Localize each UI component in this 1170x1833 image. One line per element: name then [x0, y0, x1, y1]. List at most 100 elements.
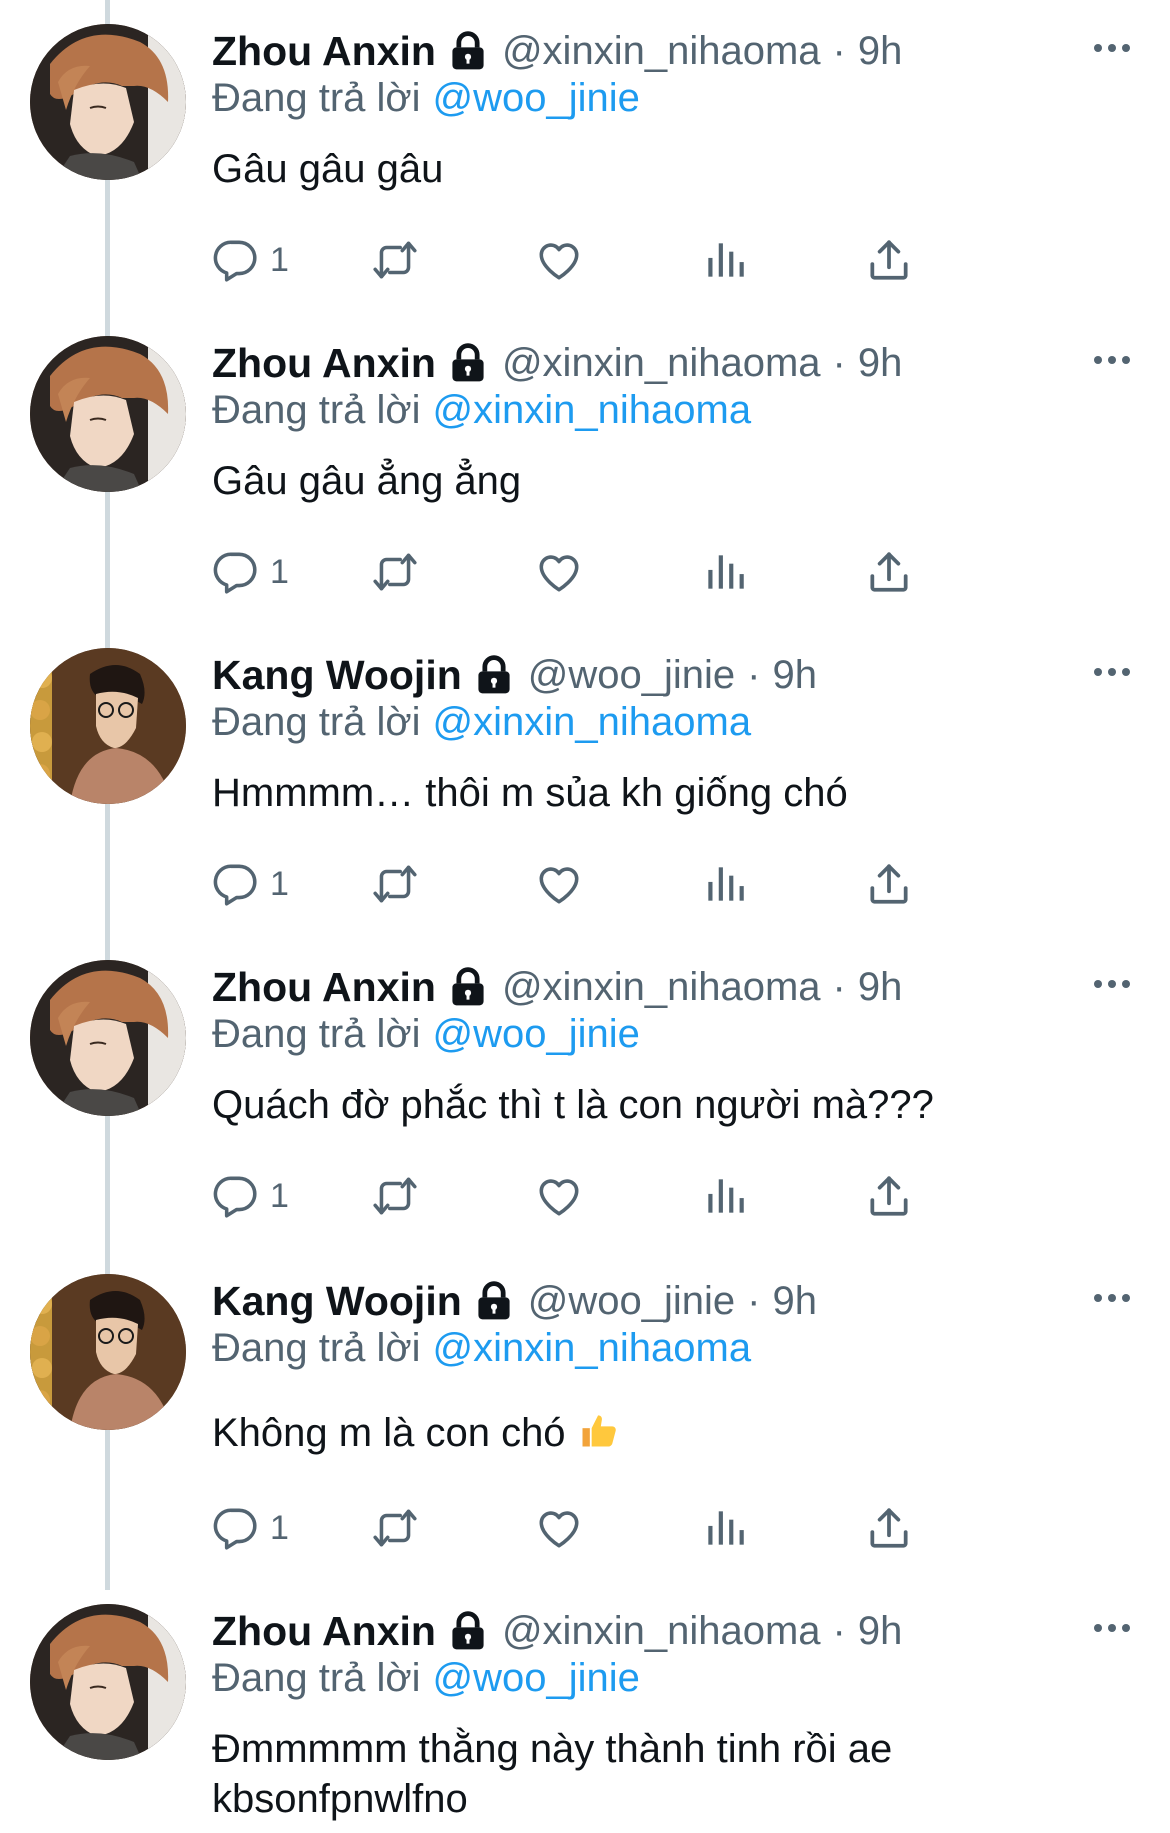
mention-link[interactable]: @xinxin_nihaoma — [433, 700, 752, 744]
timestamp[interactable]: 9h — [772, 653, 817, 698]
timestamp[interactable]: 9h — [858, 29, 903, 74]
avatar[interactable] — [30, 336, 186, 492]
reply-button[interactable]: 1 — [210, 1168, 289, 1224]
tweet-text: Gâu gâu gâu — [212, 147, 444, 191]
user-handle[interactable]: @xinxin_nihaoma — [502, 341, 821, 386]
more-icon[interactable] — [1090, 348, 1134, 372]
display-name[interactable]: Kang Woojin — [212, 1278, 462, 1325]
separator: · — [747, 652, 761, 697]
replying-to-label: Đang trả lời — [212, 1012, 421, 1056]
retweet-icon — [370, 1171, 420, 1221]
tweet-actions: 1 — [212, 1168, 1152, 1224]
zhou-anxin-avatar — [30, 24, 186, 180]
mention-link[interactable]: @woo_jinie — [433, 1656, 640, 1700]
tweet-text: Đmmmmm thằng này thành tinh rồi ae kbson… — [212, 1724, 1112, 1824]
like-button[interactable] — [534, 232, 584, 288]
share-icon — [864, 1503, 914, 1553]
reply-button[interactable]: 1 — [210, 232, 289, 288]
user-handle[interactable]: @xinxin_nihaoma — [502, 1609, 821, 1654]
avatar[interactable] — [30, 24, 186, 180]
avatar[interactable] — [30, 1274, 186, 1430]
display-name[interactable]: Zhou Anxin — [212, 28, 436, 75]
like-button[interactable] — [534, 1500, 584, 1556]
retweet-button[interactable] — [370, 856, 420, 912]
tweet-header: Zhou Anxin @xinxin_nihaoma · 9h — [212, 958, 902, 1016]
like-button[interactable] — [534, 1168, 584, 1224]
analytics-icon — [700, 235, 750, 285]
reply-icon — [210, 1503, 260, 1553]
tweet[interactable]: Kang Woojin @woo_jinie · 9h Đang trả lời… — [0, 1250, 1170, 1562]
more-icon[interactable] — [1090, 36, 1134, 60]
user-handle[interactable]: @xinxin_nihaoma — [502, 965, 821, 1010]
more-icon[interactable] — [1090, 660, 1134, 684]
analytics-button[interactable] — [700, 544, 750, 600]
more-icon[interactable] — [1090, 1286, 1134, 1310]
analytics-button[interactable] — [700, 1168, 750, 1224]
tweet-actions: 1 — [212, 1500, 1152, 1556]
tweet[interactable]: Zhou Anxin @xinxin_nihaoma · 9h Đang trả… — [0, 936, 1170, 1248]
retweet-button[interactable] — [370, 1168, 420, 1224]
separator: · — [747, 1278, 761, 1323]
replying-to-label: Đang trả lời — [212, 76, 421, 120]
share-icon — [864, 1171, 914, 1221]
share-button[interactable] — [864, 856, 914, 912]
avatar[interactable] — [30, 1604, 186, 1760]
reply-icon — [210, 547, 260, 597]
tweet-text-content: Không m là con chó — [212, 1411, 566, 1455]
tweet-text-line: Đmmmmm thằng này thành tinh rồi ae — [212, 1727, 893, 1771]
timestamp[interactable]: 9h — [858, 341, 903, 386]
reply-button[interactable]: 1 — [210, 1500, 289, 1556]
display-name[interactable]: Zhou Anxin — [212, 340, 436, 387]
share-icon — [864, 235, 914, 285]
reply-button[interactable]: 1 — [210, 544, 289, 600]
mention-link[interactable]: @woo_jinie — [433, 1012, 640, 1056]
analytics-button[interactable] — [700, 856, 750, 912]
mention-link[interactable]: @xinxin_nihaoma — [433, 388, 752, 432]
tweet-text: Quách đờ phắc thì t là con người mà??? — [212, 1083, 934, 1127]
retweet-button[interactable] — [370, 232, 420, 288]
reply-icon — [210, 859, 260, 909]
user-handle[interactable]: @woo_jinie — [528, 1279, 735, 1324]
mention-link[interactable]: @woo_jinie — [433, 76, 640, 120]
display-name[interactable]: Kang Woojin — [212, 652, 462, 699]
kang-woojin-avatar — [30, 648, 186, 804]
tweet[interactable]: Zhou Anxin @xinxin_nihaoma · 9h Đang trả… — [0, 1580, 1170, 1833]
timestamp[interactable]: 9h — [772, 1279, 817, 1324]
separator: · — [832, 340, 846, 385]
like-button[interactable] — [534, 856, 584, 912]
reply-count: 1 — [270, 240, 289, 279]
retweet-button[interactable] — [370, 544, 420, 600]
avatar[interactable] — [30, 648, 186, 804]
lock-icon — [446, 29, 490, 73]
tweet[interactable]: Kang Woojin @woo_jinie · 9h Đang trả lời… — [0, 624, 1170, 936]
display-name[interactable]: Zhou Anxin — [212, 1608, 436, 1655]
like-button[interactable] — [534, 544, 584, 600]
timestamp[interactable]: 9h — [858, 1609, 903, 1654]
mention-link[interactable]: @xinxin_nihaoma — [433, 1326, 752, 1370]
replying-to: Đang trả lời @xinxin_nihaoma — [212, 1326, 751, 1371]
tweet[interactable]: Zhou Anxin @xinxin_nihaoma · 9h Đang trả… — [0, 312, 1170, 624]
more-icon[interactable] — [1090, 1616, 1134, 1640]
display-name[interactable]: Zhou Anxin — [212, 964, 436, 1011]
user-handle[interactable]: @xinxin_nihaoma — [502, 29, 821, 74]
share-button[interactable] — [864, 232, 914, 288]
replying-to-label: Đang trả lời — [212, 1326, 421, 1370]
analytics-button[interactable] — [700, 1500, 750, 1556]
timestamp[interactable]: 9h — [858, 965, 903, 1010]
share-button[interactable] — [864, 544, 914, 600]
share-icon — [864, 859, 914, 909]
separator: · — [832, 1608, 846, 1653]
share-button[interactable] — [864, 1500, 914, 1556]
tweet-text: Hmmmm… thôi m sủa kh giống chó — [212, 771, 848, 815]
avatar[interactable] — [30, 960, 186, 1116]
share-button[interactable] — [864, 1168, 914, 1224]
retweet-button[interactable] — [370, 1500, 420, 1556]
heart-icon — [534, 1171, 584, 1221]
more-icon[interactable] — [1090, 972, 1134, 996]
thumbs-up-emoji — [577, 1408, 621, 1452]
analytics-icon — [700, 1171, 750, 1221]
user-handle[interactable]: @woo_jinie — [528, 653, 735, 698]
reply-button[interactable]: 1 — [210, 856, 289, 912]
analytics-button[interactable] — [700, 232, 750, 288]
tweet[interactable]: Zhou Anxin @xinxin_nihaoma · 9h Đang trả… — [0, 0, 1170, 312]
